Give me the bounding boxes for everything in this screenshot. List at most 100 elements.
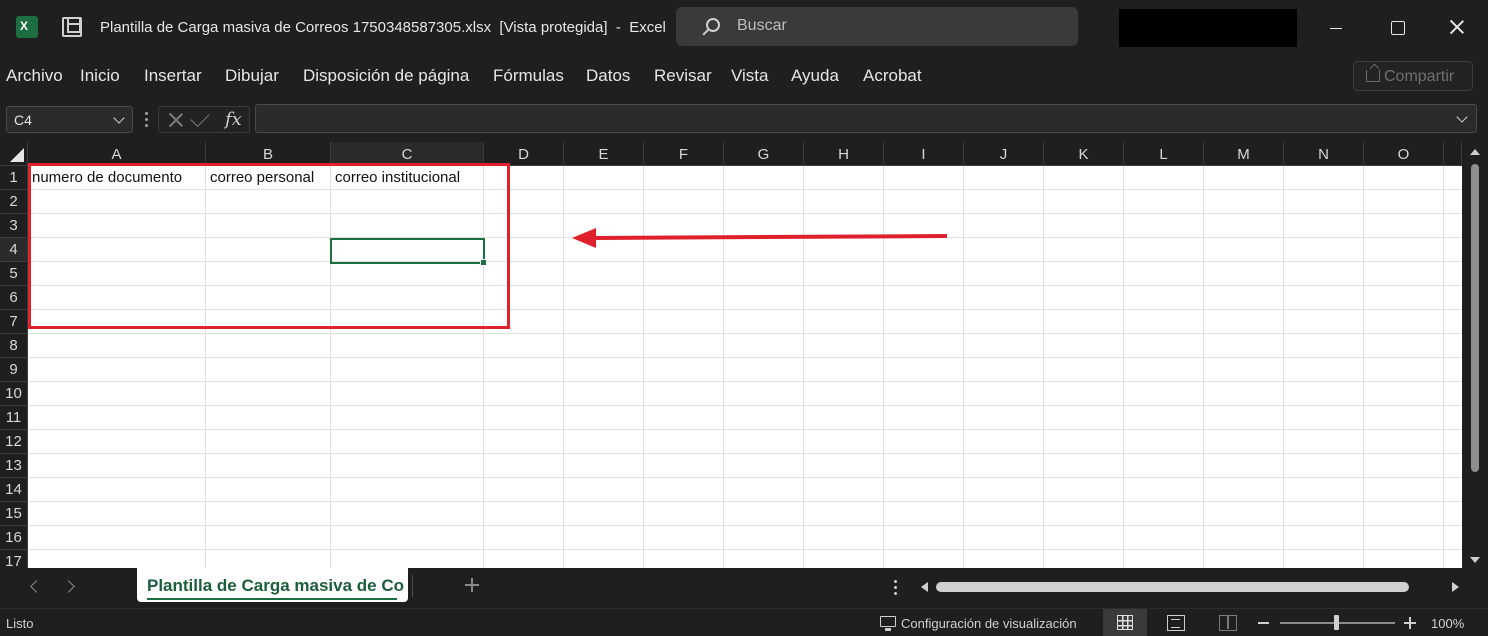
zoom-slider-thumb[interactable] — [1334, 615, 1339, 630]
row-header-5[interactable]: 5 — [0, 262, 28, 286]
annotation-highlight-box — [28, 163, 510, 329]
expand-formula-bar-icon[interactable] — [1456, 111, 1468, 123]
save-icon[interactable] — [62, 17, 82, 37]
next-sheet-icon[interactable] — [62, 580, 75, 593]
row-header-6[interactable]: 6 — [0, 286, 28, 310]
row-header-15[interactable]: 15 — [0, 502, 28, 526]
row-header-8[interactable]: 8 — [0, 334, 28, 358]
share-icon — [1366, 70, 1380, 82]
annotation-arrow — [572, 228, 948, 248]
row-header-7[interactable]: 7 — [0, 310, 28, 334]
zoom-level[interactable]: 100% — [1431, 616, 1464, 631]
column-header-n[interactable]: N — [1284, 142, 1364, 166]
column-header-o[interactable]: O — [1364, 142, 1444, 166]
tab-revisar[interactable]: Revisar — [654, 66, 712, 86]
row-header-1[interactable]: 1 — [0, 166, 28, 190]
gridline-vertical — [1043, 166, 1044, 568]
zoom-in-icon[interactable] — [1404, 617, 1416, 629]
tab-disposicion-de-pagina[interactable]: Disposición de página — [303, 66, 469, 86]
row-header-16[interactable]: 16 — [0, 526, 28, 550]
vertical-scroll-thumb[interactable] — [1471, 164, 1479, 472]
search-box[interactable]: Buscar — [676, 7, 1078, 46]
chevron-down-icon[interactable] — [113, 112, 125, 124]
gridline-horizontal — [28, 405, 1462, 406]
gridline-horizontal — [28, 453, 1462, 454]
cancel-icon[interactable] — [167, 111, 185, 129]
column-header-m[interactable]: M — [1204, 142, 1284, 166]
gridline-horizontal — [28, 333, 1462, 334]
row-header-2[interactable]: 2 — [0, 190, 28, 214]
tab-ayuda[interactable]: Ayuda — [791, 66, 839, 86]
scroll-left-icon[interactable] — [921, 582, 928, 592]
page-layout-view-icon[interactable] — [1167, 615, 1185, 631]
gridline-horizontal — [28, 525, 1462, 526]
scroll-right-icon[interactable] — [1452, 582, 1459, 592]
maximize-button[interactable] — [1374, 10, 1420, 46]
row-header-9[interactable]: 9 — [0, 358, 28, 382]
column-header-i[interactable]: I — [884, 142, 964, 166]
window-title: Plantilla de Carga masiva de Correos 175… — [100, 19, 666, 36]
horizontal-scroll-thumb[interactable] — [936, 582, 1409, 592]
horizontal-scrollbar[interactable] — [915, 578, 1465, 596]
column-header-g[interactable]: G — [724, 142, 804, 166]
row-header-13[interactable]: 13 — [0, 454, 28, 478]
search-placeholder: Buscar — [737, 17, 787, 34]
row-header-10[interactable]: 10 — [0, 382, 28, 406]
gridline-horizontal — [28, 429, 1462, 430]
tab-inicio[interactable]: Inicio — [80, 66, 120, 86]
normal-view-button[interactable] — [1103, 609, 1147, 636]
close-button[interactable] — [1434, 10, 1480, 46]
scroll-down-icon[interactable] — [1470, 557, 1480, 563]
column-header-f[interactable]: F — [644, 142, 724, 166]
column-header-j[interactable]: J — [964, 142, 1044, 166]
gridline-vertical — [1283, 166, 1284, 568]
page-break-view-icon[interactable] — [1219, 615, 1237, 631]
account-area[interactable] — [1119, 9, 1297, 47]
more-options-icon[interactable] — [145, 112, 148, 127]
add-sheet-icon[interactable] — [463, 576, 481, 594]
minimize-button[interactable] — [1314, 10, 1360, 46]
formula-bar: C4 fx — [0, 98, 1488, 142]
formula-input[interactable] — [255, 104, 1477, 133]
row-header-11[interactable]: 11 — [0, 406, 28, 430]
ribbon-tabs: Archivo Inicio Insertar Dibujar Disposic… — [0, 56, 1488, 98]
column-header-e[interactable]: E — [564, 142, 644, 166]
excel-app-icon: X — [16, 16, 42, 38]
tab-archivo[interactable]: Archivo — [6, 66, 63, 86]
row-header-17[interactable]: 17 — [0, 550, 28, 568]
scroll-up-icon[interactable] — [1470, 149, 1480, 155]
active-tab-underline — [147, 598, 397, 600]
tab-formulas[interactable]: Fórmulas — [493, 66, 564, 86]
gridline-vertical — [1203, 166, 1204, 568]
gridline-vertical — [963, 166, 964, 568]
column-header-l[interactable]: L — [1124, 142, 1204, 166]
row-header-14[interactable]: 14 — [0, 478, 28, 502]
insert-function-icon[interactable]: fx — [225, 109, 242, 130]
row-header-3[interactable]: 3 — [0, 214, 28, 238]
tab-dibujar[interactable]: Dibujar — [225, 66, 279, 86]
share-label: Compartir — [1384, 68, 1455, 85]
row-header-12[interactable]: 12 — [0, 430, 28, 454]
select-all-button[interactable] — [0, 142, 28, 166]
tab-insertar[interactable]: Insertar — [144, 66, 202, 86]
tab-split-handle-icon[interactable] — [894, 580, 897, 598]
row-header-4[interactable]: 4 — [0, 238, 28, 262]
name-box[interactable]: C4 — [6, 106, 133, 133]
gridline-horizontal — [28, 357, 1462, 358]
enter-icon[interactable] — [190, 107, 210, 128]
tab-datos[interactable]: Datos — [586, 66, 630, 86]
tab-vista[interactable]: Vista — [731, 66, 769, 86]
previous-sheet-icon[interactable] — [30, 580, 43, 593]
share-button[interactable]: Compartir — [1353, 61, 1473, 91]
column-header-h[interactable]: H — [804, 142, 884, 166]
status-bar: Listo Configuración de visualización 100… — [0, 608, 1488, 636]
title-bar: X Plantilla de Carga masiva de Correos 1… — [0, 0, 1488, 56]
sheet-tab-active[interactable]: Plantilla de Carga masiva de Co — [137, 568, 408, 602]
gridline-vertical — [563, 166, 564, 568]
column-header-filler — [1444, 142, 1462, 166]
tab-acrobat[interactable]: Acrobat — [863, 66, 922, 86]
sheet-tab-label: Plantilla de Carga masiva de Co — [147, 576, 404, 595]
vertical-scrollbar[interactable] — [1462, 142, 1488, 568]
column-header-k[interactable]: K — [1044, 142, 1124, 166]
zoom-out-icon[interactable] — [1258, 622, 1269, 624]
